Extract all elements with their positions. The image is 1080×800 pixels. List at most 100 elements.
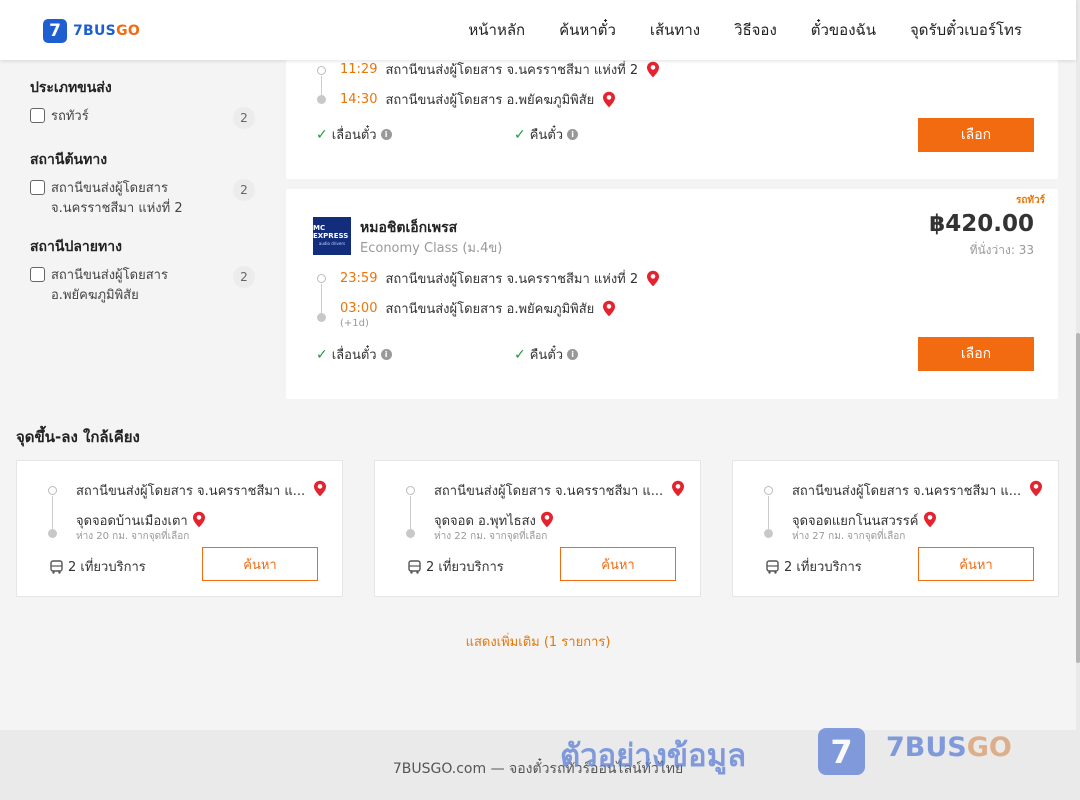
map-pin-icon[interactable] — [1029, 480, 1043, 497]
feature-label: เลื่อนตั๋ว — [331, 348, 377, 363]
nearby-search-button[interactable]: ค้นหา — [560, 547, 676, 581]
filter-checkbox[interactable] — [30, 180, 45, 195]
info-icon[interactable]: i — [567, 129, 579, 140]
sample-watermark: ตัวอย่างข้อมูล 7 7BUSGO — [560, 728, 1012, 780]
map-pin-icon[interactable] — [646, 270, 660, 287]
trip-result-card: รถทัวร์ MC EXPRESS audio drivers หมอชิตเ… — [286, 189, 1058, 399]
info-icon[interactable]: i — [567, 349, 579, 360]
depart-station: สถานีขนส่งผู้โดยสาร จ.นครราชสีมา แห่งที่… — [385, 63, 639, 78]
watermark-brand: 7BUSGO — [886, 732, 1012, 763]
filter-option[interactable]: สถานีขนส่งผู้โดยสาร อ.พยัคฆภูมิพิสัย 2 — [30, 266, 255, 306]
check-icon: ✓ — [514, 346, 526, 363]
arrive-station: สถานีขนส่งผู้โดยสาร อ.พยัคฆภูมิพิสัย — [385, 302, 595, 317]
route-line — [410, 496, 411, 532]
operator-logo: MC EXPRESS audio drivers — [313, 217, 351, 255]
nav-ticket-pickup[interactable]: จุดรับตั๋วเบอร์โทร — [910, 18, 1022, 42]
nearby-distance: ห่าง 27 กม. จากจุดที่เลือก — [792, 531, 906, 542]
check-icon: ✓ — [514, 126, 526, 143]
feature-refund: ✓ คืนตั๋ว i — [514, 124, 579, 145]
nearby-from-station: สถานีขนส่งผู้โดยสาร จ.นครราชสีมา แ... — [792, 484, 1022, 499]
nav-search-tickets[interactable]: ค้นหาตั๋ว — [559, 18, 616, 42]
trip-result-card: 11:29 สถานีขนส่งผู้โดยสาร จ.นครราชสีมา แ… — [286, 40, 1058, 179]
from-dot — [48, 486, 57, 495]
arrive-station: สถานีขนส่งผู้โดยสาร อ.พยัคฆภูมิพิสัย — [385, 93, 595, 108]
depart-dot — [317, 66, 326, 75]
map-pin-icon[interactable] — [602, 91, 616, 108]
feature-label: คืนตั๋ว — [529, 348, 564, 363]
filter-option-label: สถานีขนส่งผู้โดยสาร อ.พยัคฆภูมิพิสัย — [51, 268, 168, 303]
map-pin-icon[interactable] — [313, 480, 327, 497]
select-trip-button[interactable]: เลือก — [918, 337, 1034, 371]
filter-count-badge: 2 — [233, 179, 255, 201]
page-scrollbar[interactable] — [1076, 0, 1080, 800]
arrive-time: 03:00 — [340, 301, 378, 316]
filter-transport-type: ประเภทขนส่ง รถทัวร์ 2 — [30, 77, 255, 129]
to-dot — [48, 529, 57, 538]
info-icon[interactable]: i — [380, 349, 392, 360]
nearby-distance: ห่าง 22 กม. จากจุดที่เลือก — [434, 531, 548, 542]
filter-option-label: สถานีขนส่งผู้โดยสาร จ.นครราชสีมา แห่งที่… — [51, 181, 183, 216]
show-more-link[interactable]: แสดงเพิ่มเติม (1 รายการ) — [0, 631, 1076, 652]
feature-label: คืนตั๋ว — [529, 128, 564, 143]
operator-name: หมอชิตเอ็กเพรส — [360, 220, 458, 236]
filter-checkbox[interactable] — [30, 267, 45, 282]
filter-origin: สถานีต้นทาง สถานีขนส่งผู้โดยสาร จ.นครราช… — [30, 149, 255, 219]
check-icon: ✓ — [316, 346, 328, 363]
route-line — [321, 284, 322, 314]
filter-checkbox[interactable] — [30, 108, 45, 123]
nav-my-tickets[interactable]: ตั๋วของฉัน — [811, 18, 876, 42]
depart-dot — [317, 274, 326, 283]
top-header: 7 7BUSGO หน้าหลัก ค้นหาตั๋ว เส้นทาง วิธี… — [0, 0, 1076, 60]
select-trip-button[interactable]: เลือก — [918, 118, 1034, 152]
depart-row: 23:59 สถานีขนส่งผู้โดยสาร จ.นครราชสีมา แ… — [340, 268, 660, 289]
arrive-row: 03:00 สถานีขนส่งผู้โดยสาร อ.พยัคฆภูมิพิส… — [340, 298, 616, 319]
logo-mark: 7 — [43, 19, 67, 43]
route-line — [321, 76, 322, 96]
nearby-search-button[interactable]: ค้นหา — [918, 547, 1034, 581]
watermark-logo-mark: 7 — [818, 728, 865, 775]
map-pin-icon[interactable] — [923, 511, 937, 528]
nearby-stop-card: สถานีขนส่งผู้โดยสาร จ.นครราชสีมา แ... จุ… — [732, 460, 1059, 597]
filter-title: ประเภทขนส่ง — [30, 80, 112, 96]
to-dot — [764, 529, 773, 538]
nav-home[interactable]: หน้าหลัก — [468, 18, 525, 42]
nearby-trips: 2 เที่ยวบริการ — [50, 556, 146, 577]
feature-refund: ✓ คืนตั๋ว i — [514, 344, 579, 365]
filter-option[interactable]: รถทัวร์ 2 — [30, 107, 255, 129]
site-logo[interactable]: 7 7BUSGO — [43, 19, 140, 43]
arrive-time: 14:30 — [340, 92, 378, 107]
nearby-trips: 2 เที่ยวบริการ — [408, 556, 504, 577]
arrive-dot — [317, 313, 326, 322]
map-pin-icon[interactable] — [646, 61, 660, 78]
map-pin-icon[interactable] — [540, 511, 554, 528]
scrollbar-thumb[interactable] — [1076, 333, 1080, 663]
feature-reschedule: ✓ เลื่อนตั๋ว i — [316, 344, 392, 365]
filter-option[interactable]: สถานีขนส่งผู้โดยสาร จ.นครราชสีมา แห่งที่… — [30, 179, 255, 219]
arrive-dot — [317, 95, 326, 104]
map-pin-icon[interactable] — [602, 300, 616, 317]
nav-how-to-book[interactable]: วิธีจอง — [734, 18, 777, 42]
filter-title: สถานีปลายทาง — [30, 239, 122, 255]
check-icon: ✓ — [316, 126, 328, 143]
info-icon[interactable]: i — [380, 129, 392, 140]
arrive-row: 14:30 สถานีขนส่งผู้โดยสาร อ.พยัคฆภูมิพิส… — [340, 89, 616, 110]
bus-icon — [408, 559, 421, 574]
map-pin-icon[interactable] — [192, 511, 206, 528]
depart-station: สถานีขนส่งผู้โดยสาร จ.นครราชสีมา แห่งที่… — [385, 272, 639, 287]
nearby-from-station: สถานีขนส่งผู้โดยสาร จ.นครราชสีมา แ... — [76, 484, 306, 499]
nearby-search-button[interactable]: ค้นหา — [202, 547, 318, 581]
bus-class: Economy Class (ม.4ข) — [360, 241, 503, 256]
from-dot — [406, 486, 415, 495]
filter-count-badge: 2 — [233, 107, 255, 129]
nav-routes[interactable]: เส้นทาง — [650, 18, 700, 42]
nearby-stop-card: สถานีขนส่งผู้โดยสาร จ.นครราชสีมา แ... จุ… — [374, 460, 701, 597]
depart-time: 23:59 — [340, 271, 378, 286]
nearby-stop-card: สถานีขนส่งผู้โดยสาร จ.นครราชสีมา แ... จุ… — [16, 460, 343, 597]
filter-option-label: รถทัวร์ — [51, 109, 89, 124]
route-line — [768, 496, 769, 532]
nearby-distance: ห่าง 20 กม. จากจุดที่เลือก — [76, 531, 190, 542]
from-dot — [764, 486, 773, 495]
route-line — [52, 496, 53, 532]
nearby-to-stop: จุดจอดแยกโนนสวรรค์ — [792, 510, 937, 531]
map-pin-icon[interactable] — [671, 480, 685, 497]
